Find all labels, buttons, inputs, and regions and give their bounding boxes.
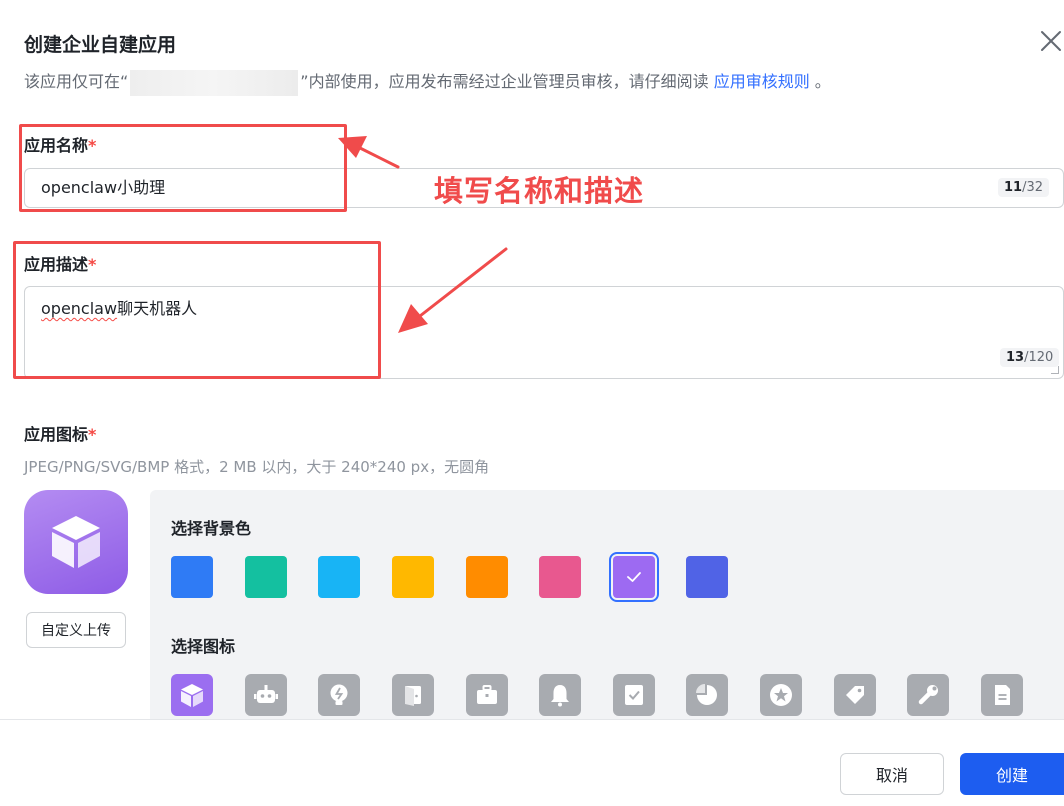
icon-option-document[interactable]: [981, 674, 1023, 716]
icon-option-briefcase[interactable]: [466, 674, 508, 716]
tag-icon: [846, 686, 864, 704]
icon-option-tag[interactable]: [834, 674, 876, 716]
color-swatch-indigo[interactable]: [686, 556, 728, 598]
app-desc-counter: 13/120: [1000, 348, 1060, 367]
close-button[interactable]: [1038, 28, 1064, 54]
cube-icon: [52, 516, 100, 568]
create-button[interactable]: 创建: [960, 753, 1064, 795]
color-swatch-purple[interactable]: [609, 552, 659, 602]
color-swatch-pink[interactable]: [539, 556, 581, 598]
color-swatch-orange[interactable]: [466, 556, 508, 598]
close-icon: [1041, 31, 1061, 51]
footer-divider: [0, 719, 1064, 720]
annotation-box-desc: [13, 241, 381, 379]
annotation-box-name: [19, 124, 347, 212]
color-swatch-cyan[interactable]: [318, 556, 360, 598]
bell-icon: [551, 685, 569, 707]
checkbox-icon: [625, 685, 643, 705]
color-swatch-yellow[interactable]: [392, 556, 434, 598]
briefcase-icon: [477, 685, 497, 704]
annotation-text: 填写名称和描述: [434, 174, 645, 208]
icon-format-hint: JPEG/PNG/SVG/BMP 格式，2 MB 以内，大于 240*240 p…: [24, 458, 490, 476]
review-rules-link[interactable]: 应用审核规则: [714, 72, 810, 91]
icon-option-wrench[interactable]: [907, 674, 949, 716]
redacted-org-name: [130, 69, 299, 96]
icon-option-pie[interactable]: [686, 674, 728, 716]
icon-option-star[interactable]: [760, 674, 802, 716]
icon-option-robot[interactable]: [245, 674, 287, 716]
dialog-title: 创建企业自建应用: [24, 34, 177, 56]
app-name-counter: 11/32: [998, 178, 1050, 197]
color-swatch-teal[interactable]: [245, 556, 287, 598]
cancel-button[interactable]: 取消: [840, 753, 944, 795]
check-icon: [627, 572, 641, 582]
robot-icon: [254, 685, 278, 703]
resize-handle[interactable]: [1051, 366, 1059, 374]
lightbulb-icon: [330, 684, 348, 705]
icon-option-lightbulb[interactable]: [318, 674, 360, 716]
custom-upload-button[interactable]: 自定义上传: [26, 612, 126, 648]
annotation-arrow-name: [338, 136, 400, 169]
bg-color-title: 选择背景色: [171, 519, 252, 538]
icon-option-checkbox[interactable]: [613, 674, 655, 716]
pie-icon: [696, 684, 717, 705]
star-icon: [770, 684, 792, 706]
dialog-subtitle: 该应用仅可在“ ”内部使用，应用发布需经过企业管理员审核，请仔细阅读 应用审核规则…: [24, 68, 831, 96]
icon-option-cube[interactable]: [171, 674, 213, 716]
select-icon-title: 选择图标: [171, 637, 236, 656]
door-icon: [405, 686, 421, 706]
icon-option-bell[interactable]: [539, 674, 581, 716]
document-icon: [995, 685, 1010, 705]
app-icon-preview: [24, 490, 128, 594]
icon-option-door[interactable]: [392, 674, 434, 716]
color-swatch-blue[interactable]: [171, 556, 213, 598]
icon-picker-panel: 选择背景色 选择图标: [150, 490, 1064, 720]
wrench-icon: [918, 685, 938, 705]
cube-icon: [181, 684, 203, 707]
app-icon-label: 应用图标*: [24, 425, 97, 444]
